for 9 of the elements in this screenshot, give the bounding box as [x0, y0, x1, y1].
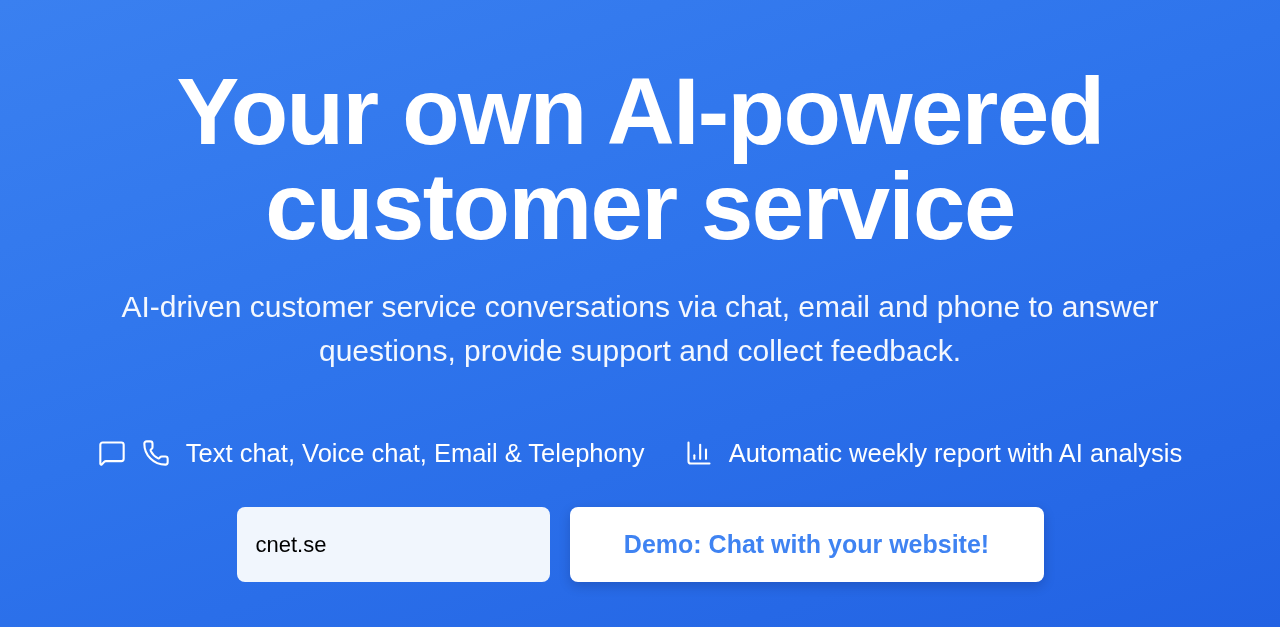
headline: Your own AI-powered customer service [175, 64, 1105, 254]
phone-icon [141, 439, 170, 467]
chat-bubble-icon [97, 439, 126, 467]
feature-text: Text chat, Voice chat, Email & Telephony [185, 438, 645, 469]
bar-chart-icon [684, 439, 713, 467]
subtitle: AI-driven customer service conversations via chat, email and phone to answer questions, provide support and collect feedback. [120, 289, 1160, 369]
feature-text: Automatic weekly report with AI analysis [728, 438, 1183, 469]
domain-field[interactable]: cnet.se [236, 507, 550, 582]
demo-chat-button[interactable]: Demo: Chat with your website! [569, 507, 1044, 582]
